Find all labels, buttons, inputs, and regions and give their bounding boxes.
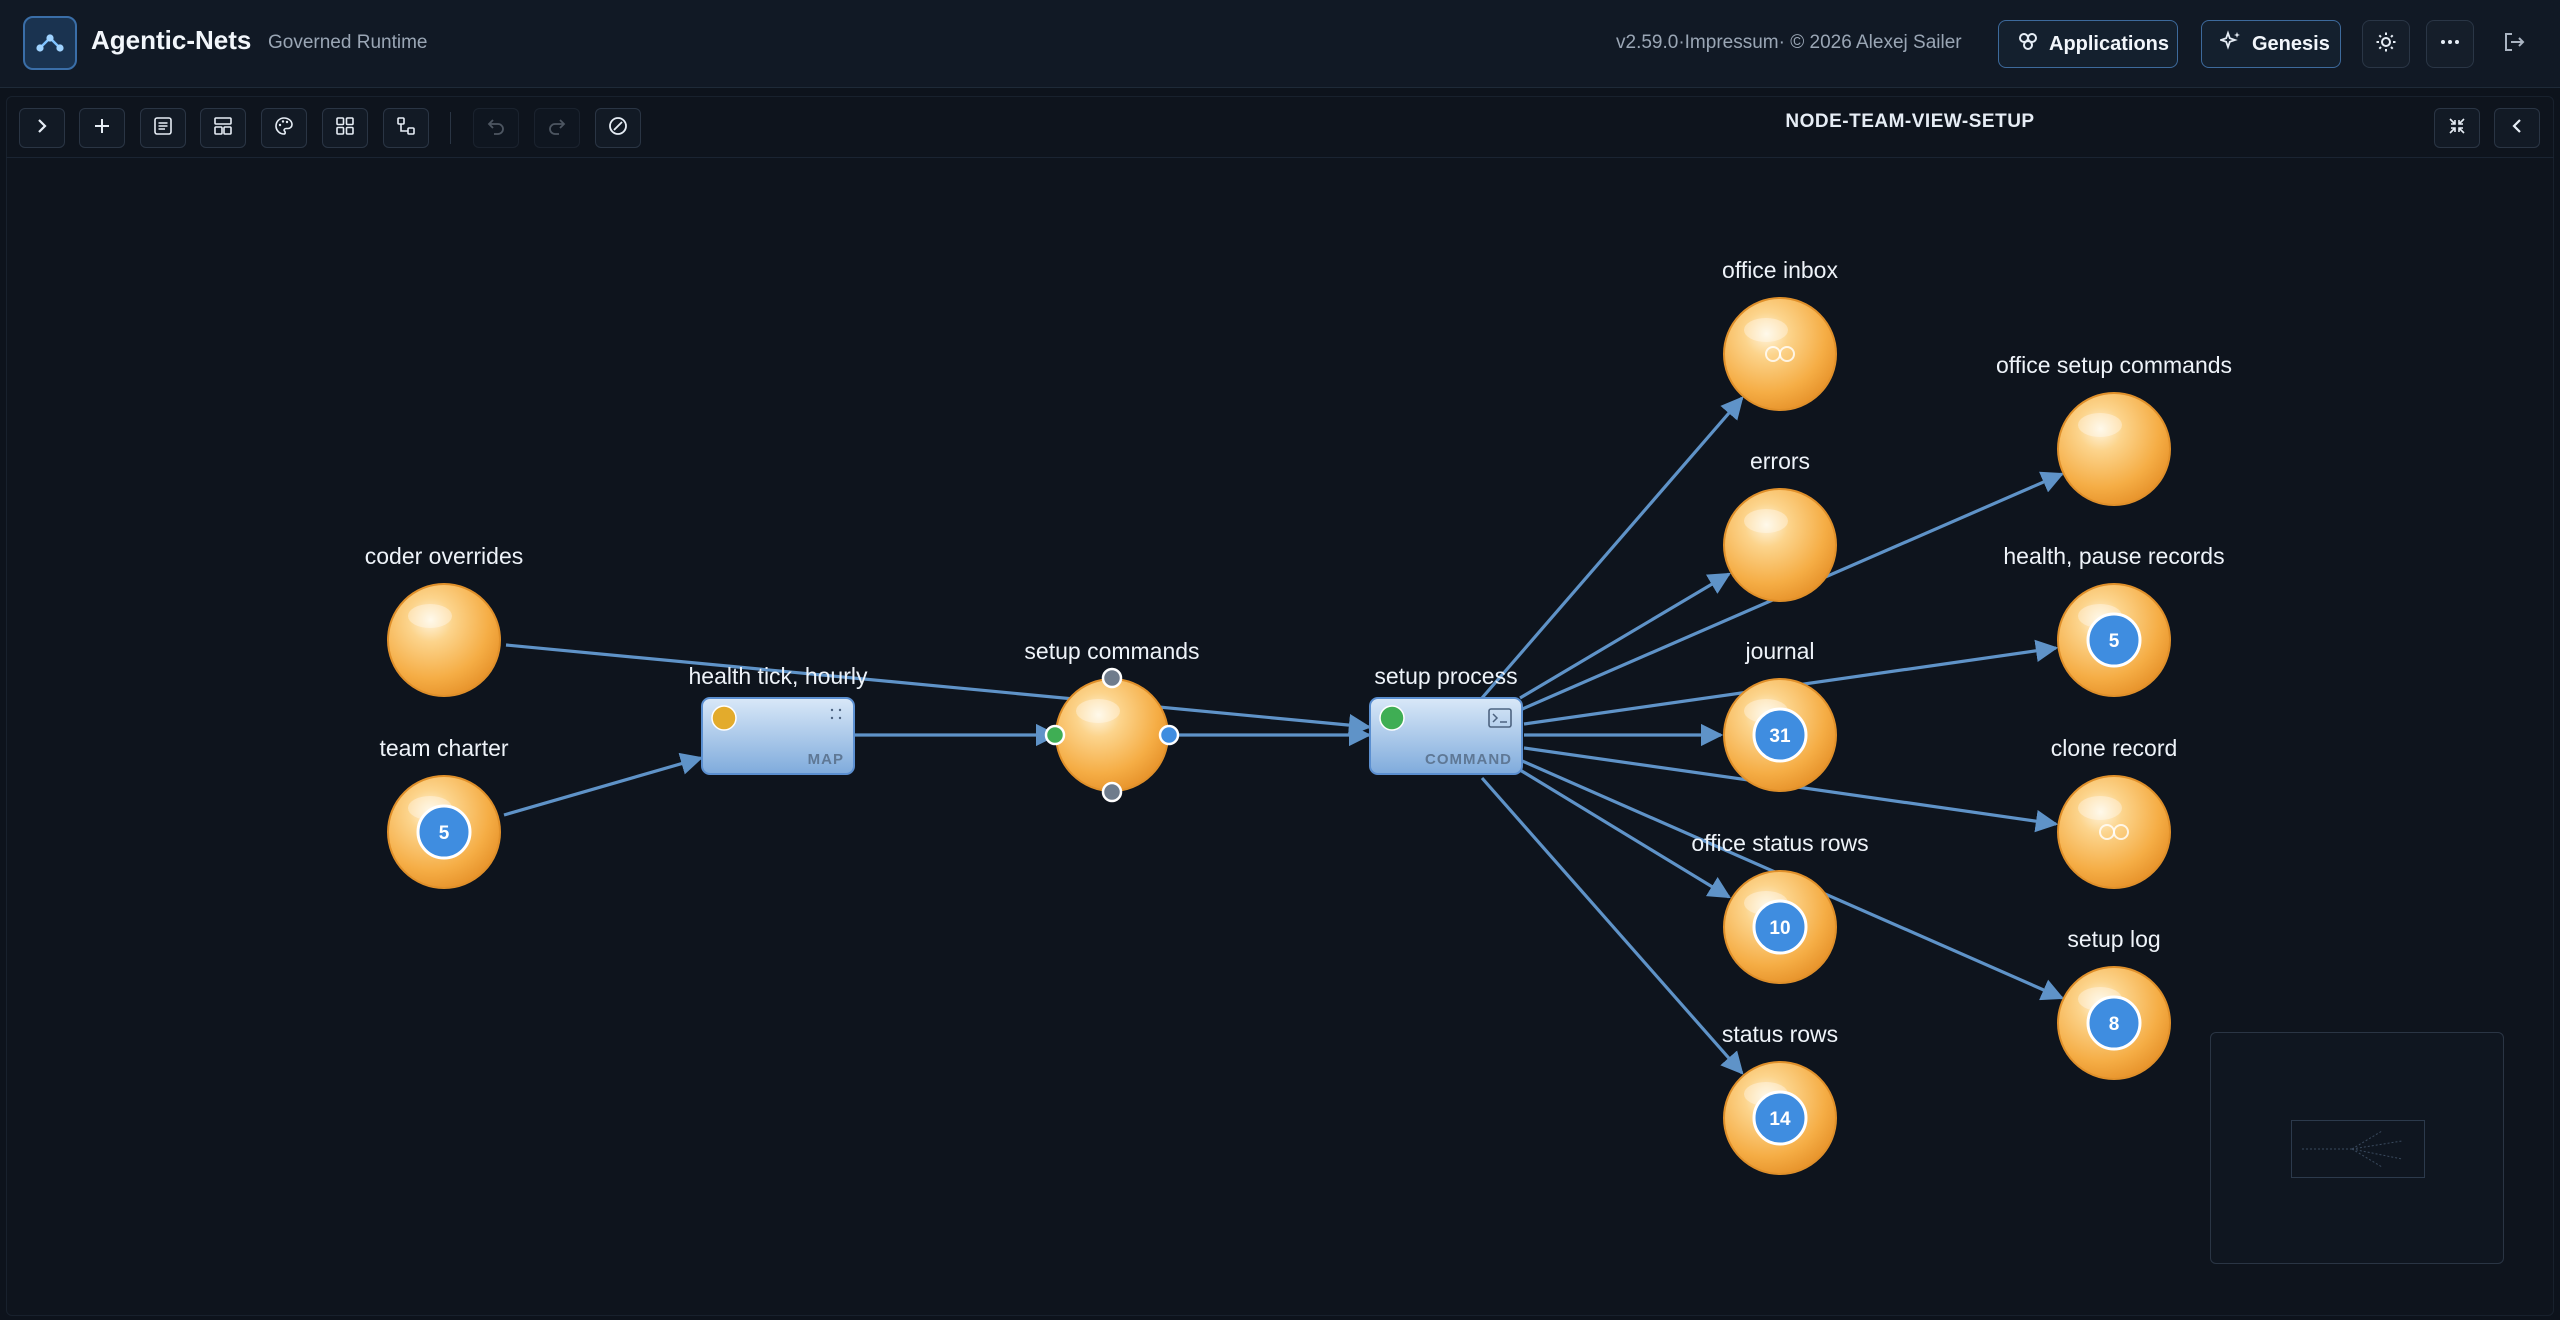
expand-panel-button[interactable]	[19, 108, 65, 148]
place-label: health, pause records	[2003, 543, 2224, 569]
minimap-preview	[2302, 1130, 2403, 1168]
list-icon	[153, 116, 173, 141]
palette-button[interactable]	[261, 108, 307, 148]
redo-icon	[547, 116, 567, 141]
grid-icon	[335, 116, 355, 141]
transition-kind-label: COMMAND	[1425, 751, 1512, 768]
connect-icon	[396, 116, 416, 141]
plus-icon	[93, 117, 111, 140]
collapse-button[interactable]	[2434, 108, 2480, 148]
place-label: team charter	[379, 735, 508, 761]
redo-button[interactable]	[534, 108, 580, 148]
applications-label: Applications	[2049, 32, 2170, 55]
app-subtitle: Governed Runtime	[268, 32, 428, 53]
app-header: Agentic-Nets Governed Runtime v2.59.0·Im…	[0, 0, 2560, 88]
side-panel-toggle-button[interactable]	[2494, 108, 2540, 148]
chevron-right-icon	[33, 117, 51, 140]
grid-button[interactable]	[322, 108, 368, 148]
sun-icon	[2375, 31, 2397, 58]
port-top[interactable]	[1101, 667, 1123, 689]
token-count: 10	[1769, 918, 1790, 939]
version-impressum-text[interactable]: v2.59.0·Impressum· © 2026 Alexej Sailer	[1616, 32, 1962, 54]
place-label: setup commands	[1024, 638, 1199, 664]
genesis-button[interactable]: Genesis	[2201, 20, 2341, 68]
more-icon	[2439, 31, 2461, 58]
status-indicator	[711, 705, 737, 731]
validate-icon	[608, 116, 628, 141]
place-label: office inbox	[1722, 257, 1838, 283]
transition-kind-label: MAP	[808, 751, 844, 768]
token-count: 5	[2109, 631, 2120, 652]
toolbar-separator	[450, 112, 451, 144]
collapse-icon	[2447, 116, 2467, 141]
place-office-inbox[interactable]: office inbox	[1722, 257, 1838, 411]
list-view-button[interactable]	[140, 108, 186, 148]
minimap[interactable]	[2210, 1032, 2504, 1264]
palette-icon	[274, 116, 294, 141]
net-logo-icon[interactable]	[23, 16, 77, 70]
sparkle-icon	[2218, 30, 2242, 58]
undo-icon	[486, 116, 506, 141]
add-button[interactable]	[79, 108, 125, 148]
place-status-rows[interactable]: 14 status rows	[1722, 1021, 1838, 1175]
transition-label: setup process	[1374, 663, 1517, 689]
undo-button[interactable]	[473, 108, 519, 148]
app-title: Agentic-Nets	[91, 25, 252, 55]
applications-button[interactable]: Applications	[1998, 20, 2178, 68]
chevron-left-icon	[2508, 117, 2526, 140]
transition-label: health tick, hourly	[689, 663, 868, 689]
place-label: journal	[1744, 638, 1814, 664]
place-label: office setup commands	[1996, 352, 2232, 378]
genesis-label: Genesis	[2252, 32, 2330, 55]
place-label: errors	[1750, 448, 1810, 474]
logout-button[interactable]	[2490, 20, 2538, 68]
minimap-viewport[interactable]	[2291, 1120, 2425, 1178]
token-count: 5	[439, 823, 450, 844]
connect-button[interactable]	[383, 108, 429, 148]
place-team-charter[interactable]: 5 team charter	[379, 735, 509, 889]
more-menu-button[interactable]	[2426, 20, 2474, 68]
view-title: NODE-TEAM-VIEW-SETUP	[1785, 111, 2035, 132]
place-label: status rows	[1722, 1021, 1838, 1047]
transition-setup-process[interactable]: COMMAND setup process	[1369, 663, 1523, 775]
port-left[interactable]	[1044, 724, 1066, 746]
token-count: 31	[1769, 726, 1791, 747]
place-label: setup log	[2067, 926, 2160, 952]
place-clone-record[interactable]: clone record	[2051, 735, 2178, 889]
transition-health-tick[interactable]: MAP health tick, hourly	[689, 663, 868, 775]
place-label: coder overrides	[365, 543, 524, 569]
layout-icon	[213, 116, 233, 141]
net-canvas[interactable]	[6, 96, 2554, 1316]
place-label: clone record	[2051, 735, 2178, 761]
token-count: 14	[1769, 1109, 1791, 1130]
token-count: 8	[2109, 1014, 2120, 1035]
port-right[interactable]	[1158, 724, 1180, 746]
validate-button[interactable]	[595, 108, 641, 148]
port-bottom[interactable]	[1101, 781, 1123, 803]
theme-toggle-button[interactable]	[2362, 20, 2410, 68]
applications-icon	[2017, 30, 2039, 58]
place-label: office status rows	[1691, 830, 1868, 856]
layout-button[interactable]	[200, 108, 246, 148]
status-indicator	[1379, 705, 1405, 731]
place-setup-log[interactable]: 8 setup log	[2057, 926, 2171, 1080]
logout-icon	[2502, 30, 2526, 59]
